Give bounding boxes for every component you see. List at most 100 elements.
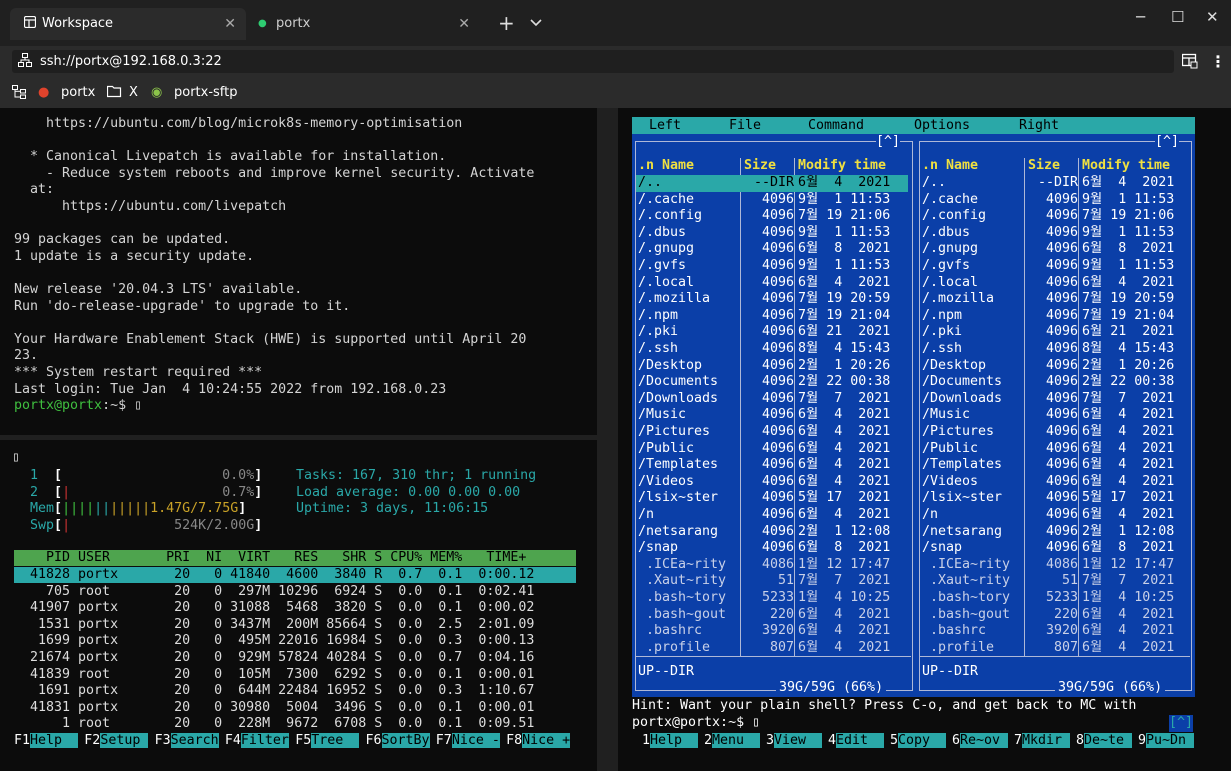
list-item[interactable]: .bash~tory 5233 1월 4 10:25: [920, 590, 1187, 607]
size-header[interactable]: Size: [744, 158, 776, 175]
table-row[interactable]: 1 root 20 0 228M 9672 6708 S 0.0 0.1 0:0…: [14, 716, 534, 733]
list-item[interactable]: /Pictures 4096 6월 4 2021: [636, 424, 908, 441]
mc-prompt[interactable]: portx@portx:~$ ▯: [632, 715, 760, 732]
menu-options[interactable]: Options: [914, 117, 970, 134]
close-icon[interactable]: ✕: [458, 8, 470, 40]
list-item[interactable]: /.config 4096 7월 19 21:06: [636, 208, 908, 225]
session-portx[interactable]: portx: [61, 85, 95, 100]
list-item[interactable]: /Downloads 4096 7월 7 2021: [920, 391, 1187, 408]
session-portx-sftp[interactable]: portx-sftp: [174, 85, 238, 100]
mc-pane[interactable]: Left File Command Options Right .n Name S…: [618, 108, 1231, 771]
list-item[interactable]: /Videos 4096 6월 4 2021: [636, 474, 908, 491]
session-x[interactable]: X: [129, 85, 138, 100]
function-key[interactable]: 9Pu~Dn: [1138, 733, 1195, 748]
list-item[interactable]: .profile 807 6월 4 2021: [636, 640, 908, 657]
list-item[interactable]: /n 4096 6월 4 2021: [636, 507, 908, 524]
panel-header[interactable]: .n Name: [922, 158, 978, 175]
list-item[interactable]: /Templates 4096 6월 4 2021: [636, 457, 908, 474]
modify-header[interactable]: Modify time: [798, 158, 886, 175]
list-item[interactable]: /.. --DIR 6월 4 2021: [920, 175, 1187, 192]
list-item[interactable]: .bash~gout 220 6월 4 2021: [636, 607, 908, 624]
list-item[interactable]: .bash~gout 220 6월 4 2021: [920, 607, 1187, 624]
htop-pane[interactable]: ▯ 1 [ 0.0%] 2 [| 0.7%] Mem[|||||||||||1.…: [0, 440, 597, 771]
list-item[interactable]: /.gvfs 4096 9월 1 11:53: [920, 258, 1187, 275]
list-item[interactable]: /.mozilla 4096 7월 19 20:59: [636, 291, 908, 308]
function-key[interactable]: F2Setup: [84, 733, 149, 748]
list-item[interactable]: /.local 4096 6월 4 2021: [920, 275, 1187, 292]
table-row[interactable]: 705 root 20 0 297M 10296 6924 S 0.0 0.1 …: [14, 584, 534, 601]
function-key[interactable]: 4Edit: [828, 733, 885, 748]
table-row[interactable]: 21674 portx 20 0 929M 57824 40284 S 0.0 …: [14, 650, 534, 667]
list-item[interactable]: /Music 4096 6월 4 2021: [920, 407, 1187, 424]
list-item[interactable]: /Templates 4096 6월 4 2021: [920, 457, 1187, 474]
tab-portx[interactable]: ● portx ✕: [246, 8, 480, 40]
list-item[interactable]: /Desktop 4096 2월 1 20:26: [920, 358, 1187, 375]
layout-icon[interactable]: [1181, 53, 1198, 73]
list-item[interactable]: /.mozilla 4096 7월 19 20:59: [920, 291, 1187, 308]
list-item[interactable]: /lsix~ster 4096 5월 17 2021: [636, 490, 908, 507]
table-row[interactable]: 41907 portx 20 0 31088 5468 3820 S 0.0 0…: [14, 600, 534, 617]
list-item[interactable]: /.dbus 4096 9월 1 11:53: [636, 225, 908, 242]
function-key[interactable]: F7Nice -: [436, 733, 500, 748]
menu-left[interactable]: Left: [649, 117, 681, 134]
more-menu-icon[interactable]: ⋮: [1210, 52, 1226, 71]
table-row[interactable]: 1699 portx 20 0 495M 22016 16984 S 0.0 0…: [14, 633, 534, 650]
menu-command[interactable]: Command: [808, 117, 864, 134]
function-key[interactable]: 8De~te: [1076, 733, 1133, 748]
table-row[interactable]: 41831 portx 20 0 30980 5004 3496 S 0.0 0…: [14, 700, 534, 717]
function-key[interactable]: 3View: [766, 733, 823, 748]
table-row[interactable]: 41828 portx 20 0 41840 4600 3840 R 0.7 0…: [14, 567, 534, 584]
list-item[interactable]: /n 4096 6월 4 2021: [920, 507, 1187, 524]
mc-left-panel[interactable]: .n Name Size Modify time/.. --DIR 6월 4 2021 /…: [632, 134, 916, 697]
list-item[interactable]: /.npm 4096 7월 19 21:04: [636, 308, 908, 325]
mc-right-panel[interactable]: .n Name Size Modify time/.. --DIR 6월 4 2021/…: [916, 134, 1195, 697]
list-item[interactable]: .Xaut~rity 51 7월 7 2021: [636, 573, 908, 590]
list-item[interactable]: .Xaut~rity 51 7월 7 2021: [920, 573, 1187, 590]
menu-file[interactable]: File: [729, 117, 761, 134]
mc-corner[interactable]: [^]: [1169, 715, 1194, 732]
list-item[interactable]: /.dbus 4096 9월 1 11:53: [920, 225, 1187, 242]
list-item[interactable]: /Documents 4096 2월 22 00:38: [920, 374, 1187, 391]
maximize-icon[interactable]: ☐: [1171, 8, 1184, 26]
chevron-down-icon[interactable]: [530, 12, 542, 31]
list-item[interactable]: /.gnupg 4096 6월 8 2021: [636, 241, 908, 258]
table-row[interactable]: 1531 portx 20 0 3437M 200M 85664 S 0.0 2…: [14, 617, 534, 634]
list-item[interactable]: /snap 4096 6월 8 2021: [920, 540, 1187, 557]
function-key[interactable]: 5Copy: [890, 733, 947, 748]
function-key[interactable]: 6Re~ov: [952, 733, 1009, 748]
function-key[interactable]: F1Help: [14, 733, 79, 748]
list-item[interactable]: /.gnupg 4096 6월 8 2021: [920, 241, 1187, 258]
terminal-pane[interactable]: https://ubuntu.com/blog/microk8s-memory-…: [0, 108, 597, 435]
list-item[interactable]: /.. --DIR 6월 4 2021: [636, 175, 908, 192]
list-item[interactable]: /.config 4096 7월 19 21:06: [920, 208, 1187, 225]
function-key[interactable]: F5Tree: [295, 733, 360, 748]
list-item[interactable]: /netsarang 4096 2월 1 12:08: [920, 524, 1187, 541]
list-item[interactable]: /.cache 4096 9월 1 11:53: [920, 192, 1187, 209]
list-item[interactable]: .ICEa~rity 4086 1월 12 17:47: [920, 557, 1187, 574]
panel-header[interactable]: .n Name: [638, 158, 694, 175]
list-item[interactable]: /lsix~ster 4096 5월 17 2021: [920, 490, 1187, 507]
modify-header[interactable]: Modify time: [1082, 158, 1170, 175]
list-item[interactable]: /Documents 4096 2월 22 00:38: [636, 374, 908, 391]
table-row[interactable]: 1691 portx 20 0 644M 22484 16952 S 0.0 0…: [14, 683, 534, 700]
process-table-header[interactable]: PID USER PRI NI VIRT RES SHR S CPU% MEM%…: [14, 550, 526, 567]
session-tree-icon[interactable]: [12, 85, 26, 103]
list-item[interactable]: /netsarang 4096 2월 1 12:08: [636, 524, 908, 541]
table-row[interactable]: 41839 root 20 0 105M 7300 6292 S 0.0 0.1…: [14, 667, 534, 684]
list-item[interactable]: /.pki 4096 6월 21 2021: [636, 324, 908, 341]
function-key[interactable]: 2Menu: [704, 733, 761, 748]
function-key[interactable]: F3Search: [155, 733, 219, 748]
panel-corner[interactable]: [^]: [876, 134, 901, 151]
list-item[interactable]: /Pictures 4096 6월 4 2021: [920, 424, 1187, 441]
panel-corner[interactable]: [^]: [1155, 134, 1180, 151]
list-item[interactable]: .bashrc 3920 6월 4 2021: [636, 623, 908, 640]
list-item[interactable]: /Public 4096 6월 4 2021: [920, 441, 1187, 458]
list-item[interactable]: /.ssh 4096 8월 4 15:43: [636, 341, 908, 358]
list-item[interactable]: /.gvfs 4096 9월 1 11:53: [636, 258, 908, 275]
address-input[interactable]: ssh://portx@192.168.0.3:22: [12, 50, 1174, 73]
list-item[interactable]: /Public 4096 6월 4 2021: [636, 441, 908, 458]
list-item[interactable]: /.npm 4096 7월 19 21:04: [920, 308, 1187, 325]
list-item[interactable]: /.ssh 4096 8월 4 15:43: [920, 341, 1187, 358]
terminal-prompt[interactable]: portx@portx:~$ ▯: [14, 398, 142, 415]
list-item[interactable]: .bash~tory 5233 1월 4 10:25: [636, 590, 908, 607]
